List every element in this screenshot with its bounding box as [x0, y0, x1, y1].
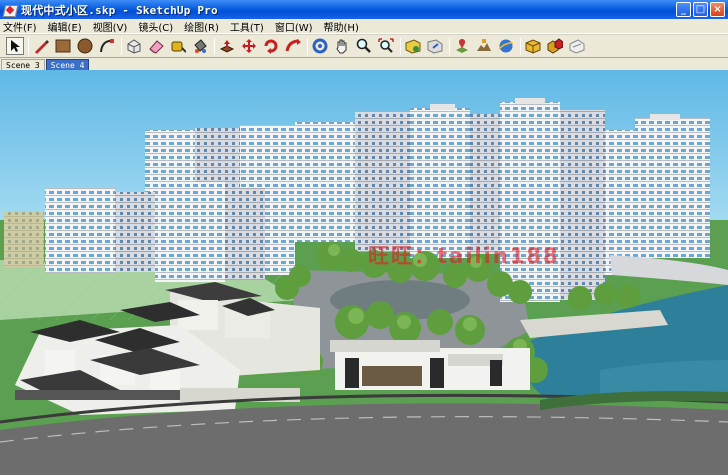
- minimize-button[interactable]: _: [676, 2, 691, 17]
- make-component-icon: [127, 39, 141, 54]
- toggle-terrain-icon: [477, 39, 491, 51]
- tape-measure-icon: [171, 41, 186, 53]
- line-tool-button[interactable]: [32, 37, 50, 55]
- zoom-icon: [356, 38, 371, 53]
- menu-camera[interactable]: 镜头(C): [138, 19, 173, 34]
- select-arrow-icon: [11, 40, 20, 52]
- google-earth-button[interactable]: [497, 37, 515, 55]
- window-controls: _ □ ×: [676, 2, 725, 17]
- follow-me-icon: [285, 39, 301, 52]
- rotate-icon: [264, 39, 278, 54]
- title-bar: 现代中式小区.skp - SketchUp Pro _ □ ×: [0, 0, 728, 19]
- circle-icon: [77, 38, 93, 54]
- make-component-button[interactable]: [125, 37, 143, 55]
- extension-warehouse-icon: [547, 38, 563, 54]
- eraser-tool-button[interactable]: [147, 37, 165, 55]
- get-models-icon: [405, 39, 421, 54]
- rectangle-tool-button[interactable]: [54, 37, 72, 55]
- tab-scene-4[interactable]: Scene 4: [45, 59, 90, 70]
- extension-warehouse-button[interactable]: [546, 37, 564, 55]
- select-tool-button[interactable]: [6, 37, 24, 55]
- move-icon: [242, 39, 256, 53]
- window-title: 现代中式小区.skp - SketchUp Pro: [21, 3, 218, 17]
- orbit-tool-button[interactable]: [311, 37, 329, 55]
- sketchup-app-icon[interactable]: [3, 3, 17, 17]
- push-pull-button[interactable]: [218, 37, 236, 55]
- menu-window[interactable]: 窗口(W): [275, 19, 313, 34]
- menu-tools[interactable]: 工具(T): [230, 19, 264, 34]
- model-viewport[interactable]: 旺旺：tailin188: [0, 70, 728, 475]
- rectangle-icon: [55, 39, 71, 53]
- maximize-button[interactable]: □: [693, 2, 708, 17]
- share-model-icon: [427, 39, 443, 54]
- eraser-icon: [149, 40, 164, 54]
- google-earth-icon: [498, 39, 514, 53]
- follow-me-button[interactable]: [284, 37, 302, 55]
- paint-bucket-button[interactable]: [191, 37, 209, 55]
- add-location-button[interactable]: [453, 37, 471, 55]
- pan-tool-button[interactable]: [333, 37, 351, 55]
- circle-tool-button[interactable]: [76, 37, 94, 55]
- tab-scene-3[interactable]: Scene 3: [1, 59, 45, 70]
- rotate-tool-button[interactable]: [262, 37, 280, 55]
- menu-bar: 文件(F) 编辑(E) 视图(V) 镜头(C) 绘图(R) 工具(T) 窗口(W…: [0, 19, 728, 34]
- menu-draw[interactable]: 绘图(R): [184, 19, 219, 34]
- paint-bucket-icon: [194, 39, 207, 53]
- orbit-icon: [312, 38, 328, 54]
- share-model-button[interactable]: [426, 37, 444, 55]
- toggle-terrain-button[interactable]: [475, 37, 493, 55]
- watermark-text: 旺旺：tailin188: [368, 244, 560, 268]
- scene-render: [0, 70, 728, 475]
- components-button[interactable]: [524, 37, 542, 55]
- components-icon: [525, 39, 541, 54]
- menu-help[interactable]: 帮助(H): [324, 19, 359, 34]
- zoom-tool-button[interactable]: [355, 37, 373, 55]
- arc-icon: [100, 39, 114, 53]
- zoom-extents-icon: [378, 38, 394, 53]
- pencil-line-icon: [35, 40, 49, 54]
- layout-send-button[interactable]: [568, 37, 586, 55]
- add-location-icon: [456, 39, 468, 53]
- tape-measure-button[interactable]: [169, 37, 187, 55]
- close-button[interactable]: ×: [710, 2, 725, 17]
- menu-file[interactable]: 文件(F): [3, 19, 37, 34]
- toolbar: [0, 34, 728, 58]
- zoom-extents-button[interactable]: [377, 37, 395, 55]
- menu-edit[interactable]: 编辑(E): [48, 19, 82, 34]
- menu-view[interactable]: 视图(V): [93, 19, 128, 34]
- scene-tabs: Scene 3 Scene 4: [0, 58, 728, 70]
- arc-tool-button[interactable]: [98, 37, 116, 55]
- move-tool-button[interactable]: [240, 37, 258, 55]
- push-pull-icon: [219, 40, 235, 53]
- pan-hand-icon: [336, 39, 347, 54]
- layout-send-icon: [569, 39, 585, 54]
- get-models-button[interactable]: [404, 37, 422, 55]
